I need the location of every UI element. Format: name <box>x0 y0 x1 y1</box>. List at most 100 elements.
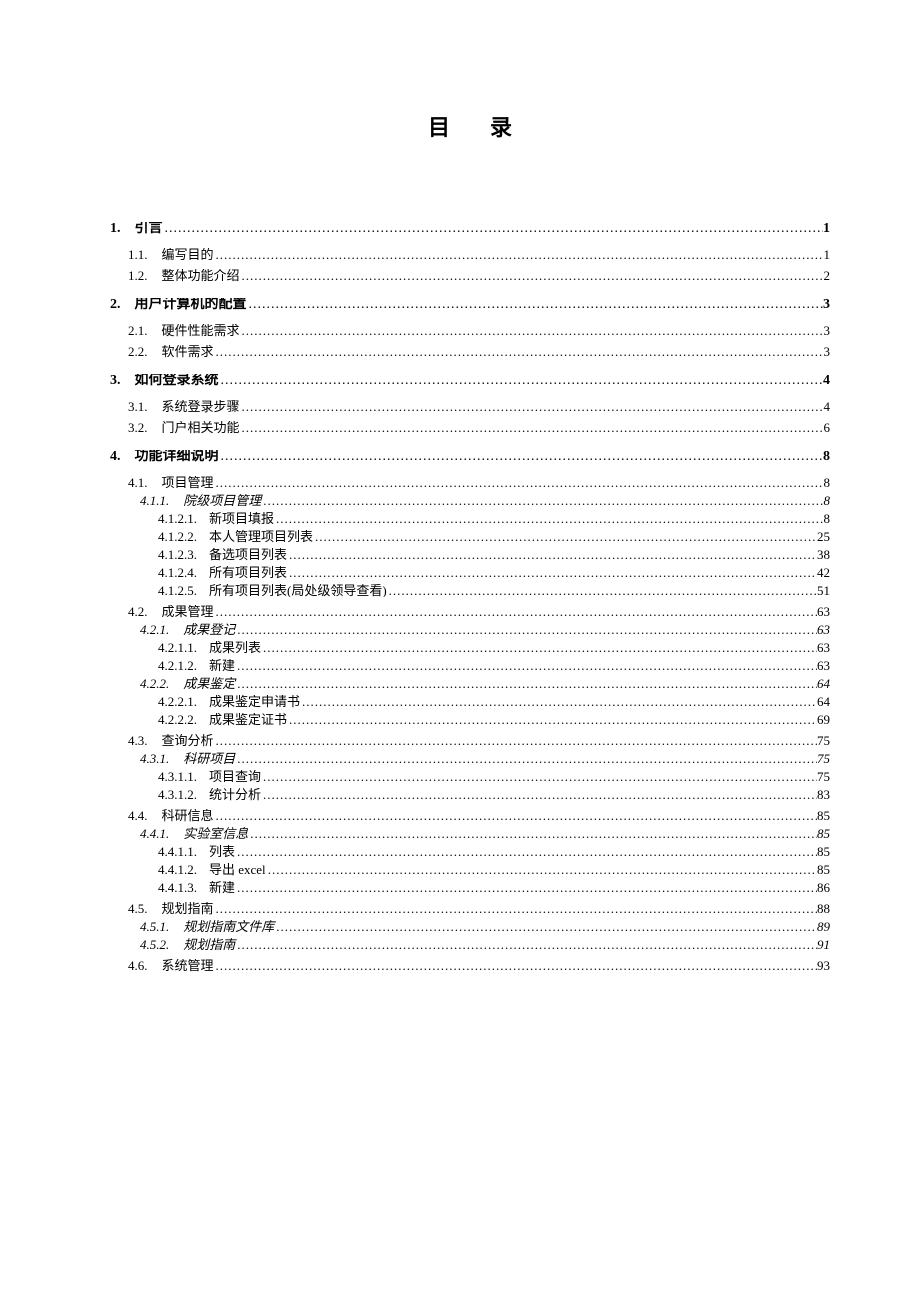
toc-entry[interactable]: 2.用户计算机的配置3 <box>110 298 830 312</box>
toc-entry[interactable]: 4.2.1.2.新建63 <box>110 659 830 672</box>
toc-entry-number: 4.3.1.2. <box>158 788 197 801</box>
toc-entry-number: 4.4. <box>128 809 148 822</box>
toc-dot-leader <box>219 374 824 388</box>
toc-entry[interactable]: 4.1.2.2.本人管理项目列表25 <box>110 530 830 543</box>
toc-entry[interactable]: 4.6.系统管理93 <box>110 959 830 972</box>
toc-dot-leader <box>261 770 817 783</box>
toc-entry-number: 4.3.1. <box>140 752 169 765</box>
toc-entry-number: 4.5.2. <box>140 938 169 951</box>
toc-dot-leader <box>274 512 823 525</box>
toc-entry-number: 4.6. <box>128 959 148 972</box>
toc-entry-page: 63 <box>817 659 830 672</box>
toc-entry-number: 4.2.2.1. <box>158 695 197 708</box>
toc-entry[interactable]: 4.2.2.成果鉴定64 <box>110 677 830 690</box>
toc-entry[interactable]: 4.2.2.2.成果鉴定证书69 <box>110 713 830 726</box>
toc-entry-page: 3 <box>824 324 831 337</box>
toc-entry[interactable]: 4.1.2.4.所有项目列表42 <box>110 566 830 579</box>
toc-entry[interactable]: 4.5.1.规划指南文件库89 <box>110 920 830 933</box>
toc-entry[interactable]: 4.2.1.成果登记63 <box>110 623 830 636</box>
toc-entry[interactable]: 4.2.2.1.成果鉴定申请书 64 <box>110 695 830 708</box>
toc-entry-label: 查询分析 <box>148 734 214 747</box>
toc-entry-label: 编写目的 <box>148 248 214 261</box>
toc-entry[interactable]: 1.1.编写目的1 <box>110 248 830 261</box>
toc-entry[interactable]: 4.3.查询分析75 <box>110 734 830 747</box>
toc-entry-label: 成果管理 <box>148 605 214 618</box>
toc-entry[interactable]: 4.功能详细说明8 <box>110 450 830 464</box>
toc-entry[interactable]: 1.引言1 <box>110 222 830 236</box>
toc-entry-label: 如何登录系统 <box>121 374 219 388</box>
toc-entry-number: 1. <box>110 222 121 236</box>
toc-entry[interactable]: 1.2.整体功能介绍2 <box>110 269 830 282</box>
toc-entry-label: 规划指南文件库 <box>169 920 274 933</box>
toc-entry-page: 75 <box>817 770 830 783</box>
toc-entry-label: 统计分析 <box>197 788 261 801</box>
toc-entry[interactable]: 4.4.科研信息 85 <box>110 809 830 822</box>
toc-entry-page: 88 <box>817 902 830 915</box>
toc-entry-label: 院级项目管理 <box>169 494 261 507</box>
toc-entry-page: 51 <box>817 584 830 597</box>
toc-entry-page: 64 <box>817 695 830 708</box>
toc-entry[interactable]: 4.1.1.院级项目管理8 <box>110 494 830 507</box>
toc-entry[interactable]: 2.2.软件需求3 <box>110 345 830 358</box>
toc-entry[interactable]: 4.4.1.2.导出 excel85 <box>110 863 830 876</box>
toc-entry-page: 6 <box>824 421 831 434</box>
toc-dot-leader <box>235 881 817 894</box>
toc-entry[interactable]: 3.2.门户相关功能6 <box>110 421 830 434</box>
toc-entry[interactable]: 4.2.成果管理63 <box>110 605 830 618</box>
toc-entry-label: 成果鉴定 <box>169 677 235 690</box>
toc-dot-leader <box>261 641 817 654</box>
toc-dot-leader <box>214 959 817 972</box>
toc-entry-label: 所有项目列表(局处级领导查看) <box>197 584 387 597</box>
toc-entry-number: 4.2. <box>128 605 148 618</box>
toc-entry[interactable]: 4.3.1.科研项目75 <box>110 752 830 765</box>
toc-entry-label: 科研信息 <box>148 809 214 822</box>
toc-entry-label: 新建 <box>197 881 235 894</box>
toc-entry-label: 硬件性能需求 <box>148 324 240 337</box>
toc-dot-leader <box>235 938 817 951</box>
toc-entry-page: 3 <box>823 298 830 312</box>
toc-entry-number: 2. <box>110 298 121 312</box>
toc-entry[interactable]: 4.1.项目管理8 <box>110 476 830 489</box>
toc-entry-label: 功能详细说明 <box>121 450 219 464</box>
toc-entry[interactable]: 4.1.2.5.所有项目列表(局处级领导查看)51 <box>110 584 830 597</box>
toc-entry-number: 4.2.1.2. <box>158 659 197 672</box>
toc-entry-label: 规划指南 <box>169 938 235 951</box>
toc-entry-number: 4.1.2.3. <box>158 548 197 561</box>
toc-entry[interactable]: 4.5.2.规划指南91 <box>110 938 830 951</box>
toc-dot-leader <box>214 476 824 489</box>
toc-entry[interactable]: 4.3.1.1.项目查询75 <box>110 770 830 783</box>
toc-entry[interactable]: 4.3.1.2.统计分析83 <box>110 788 830 801</box>
toc-entry[interactable]: 4.2.1.1.成果列表63 <box>110 641 830 654</box>
toc-entry[interactable]: 3.如何登录系统4 <box>110 374 830 388</box>
toc-entry-page: 85 <box>817 863 830 876</box>
toc-entry[interactable]: 4.4.1.1.列表85 <box>110 845 830 858</box>
toc-entry-number: 3.1. <box>128 400 148 413</box>
toc-entry[interactable]: 4.1.2.3.备选项目列表38 <box>110 548 830 561</box>
toc-entry-number: 1.1. <box>128 248 148 261</box>
toc-entry-label: 所有项目列表 <box>197 566 287 579</box>
toc-entry-label: 成果鉴定申请书 <box>197 695 300 708</box>
toc-entry-page: 85 <box>817 809 830 822</box>
toc-entry-page: 8 <box>824 512 831 525</box>
toc-dot-leader <box>214 605 817 618</box>
toc-entry-page: 85 <box>817 845 830 858</box>
toc-entry-number: 4.1.2.2. <box>158 530 197 543</box>
toc-entry[interactable]: 4.5.规划指南88 <box>110 902 830 915</box>
toc-entry-label: 整体功能介绍 <box>148 269 240 282</box>
toc-entry-page: 93 <box>817 959 830 972</box>
toc-entry[interactable]: 4.4.1.3.新建86 <box>110 881 830 894</box>
toc-entry-page: 8 <box>824 476 831 489</box>
toc-entry[interactable]: 4.4.1.实验室信息85 <box>110 827 830 840</box>
toc-entry-number: 4.4.1. <box>140 827 169 840</box>
toc-entry[interactable]: 3.1.系统登录步骤4 <box>110 400 830 413</box>
toc-entry-number: 1.2. <box>128 269 148 282</box>
toc-dot-leader <box>240 421 824 434</box>
toc-entry-page: 75 <box>817 752 830 765</box>
toc-entry-number: 4.2.1.1. <box>158 641 197 654</box>
toc-entry-label: 导出 excel <box>197 863 266 876</box>
toc-entry-number: 4.4.1.1. <box>158 845 197 858</box>
toc-entry[interactable]: 4.1.2.1.新项目填报8 <box>110 512 830 525</box>
toc-entry-label: 规划指南 <box>148 902 214 915</box>
toc-entry[interactable]: 2.1.硬件性能需求3 <box>110 324 830 337</box>
toc-entry-page: 42 <box>817 566 830 579</box>
